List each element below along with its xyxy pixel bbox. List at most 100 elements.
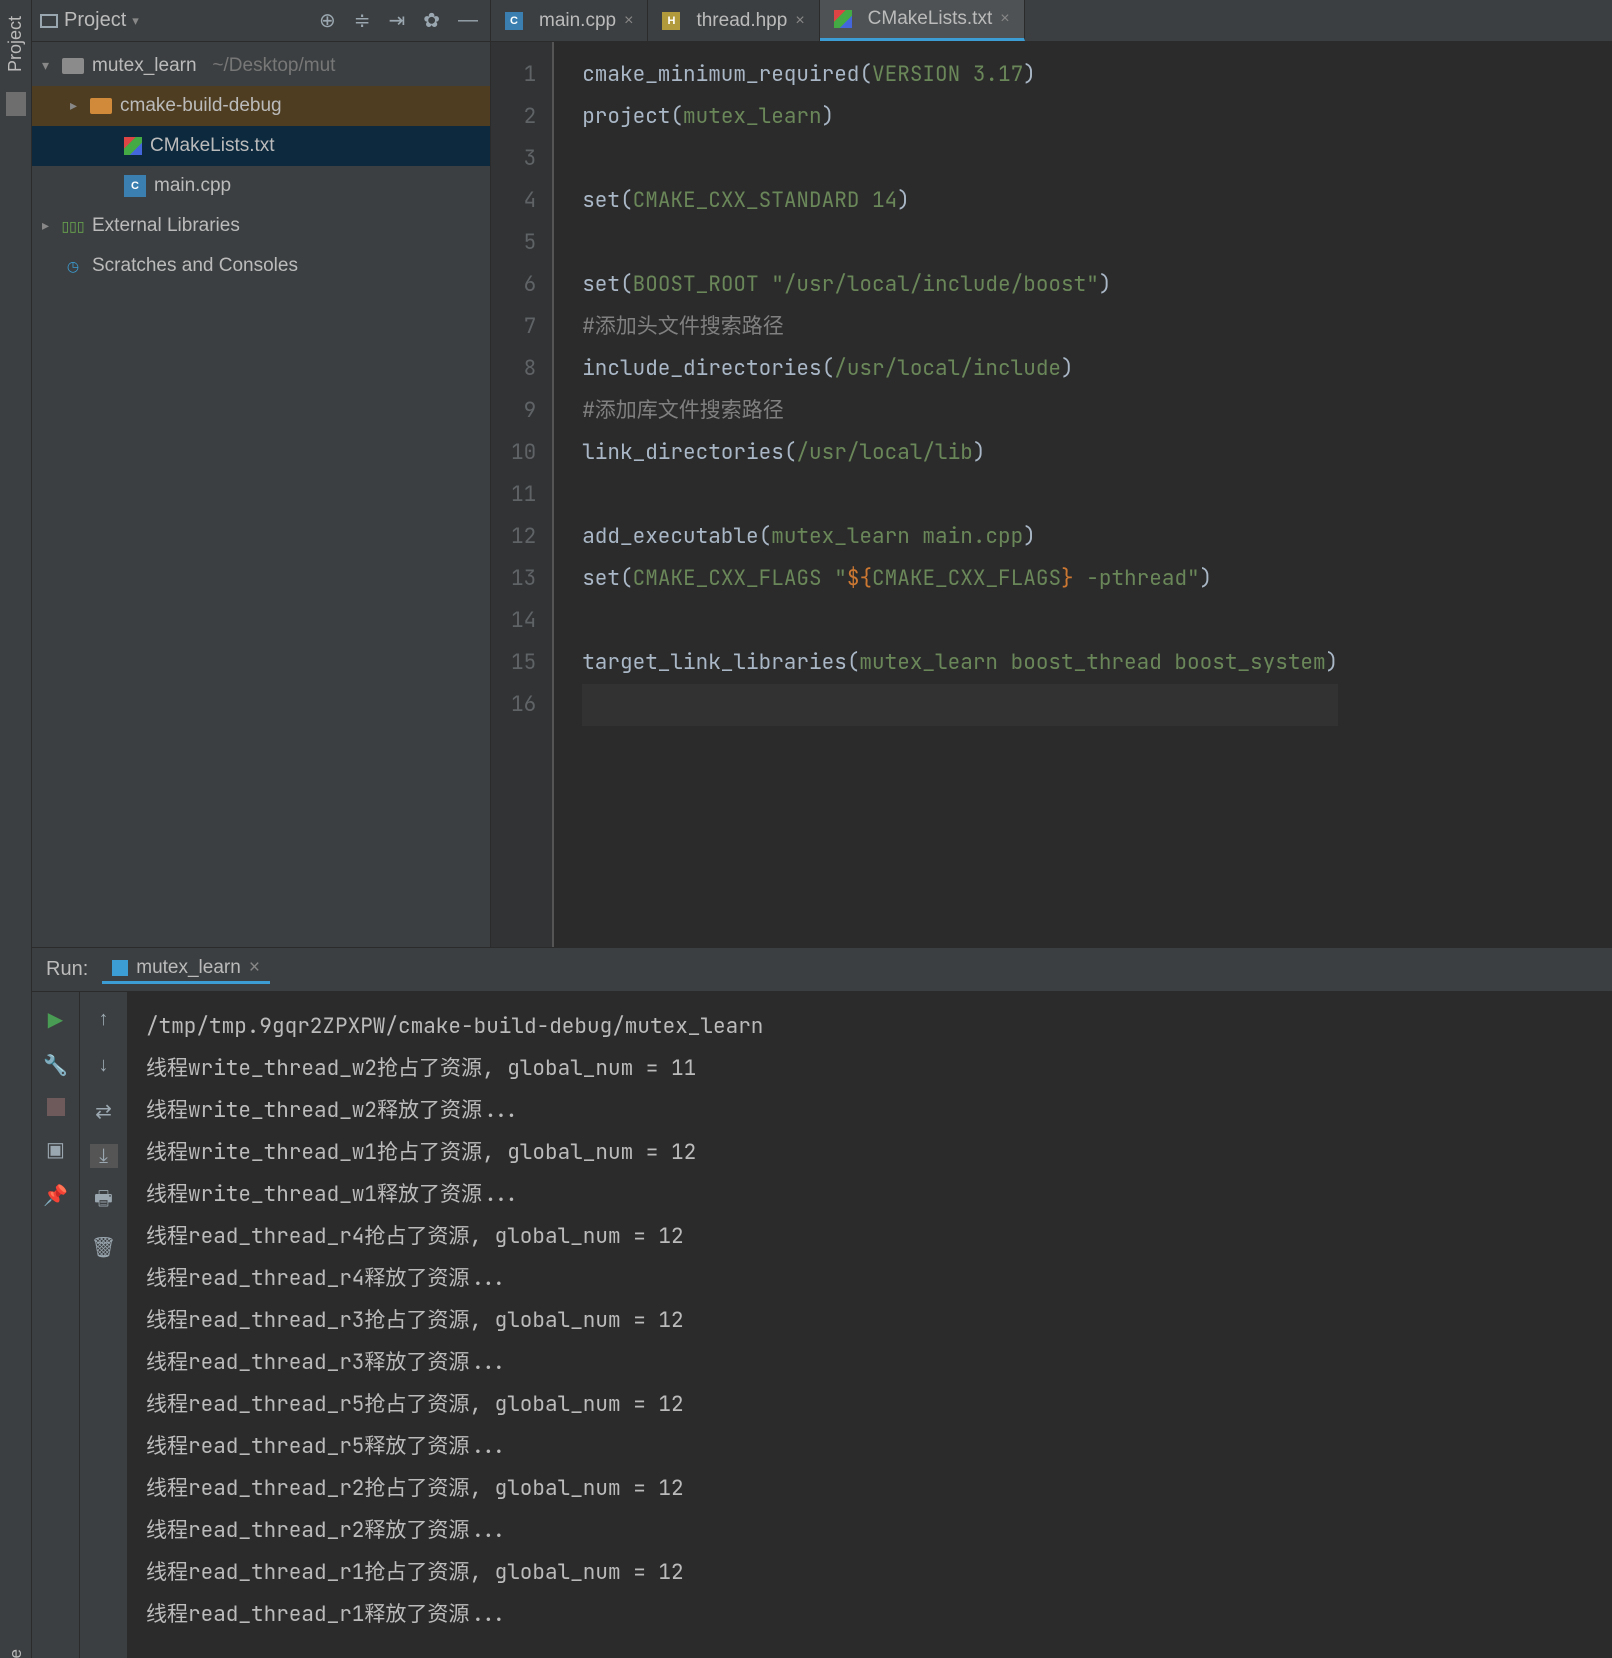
app-icon: [112, 960, 128, 976]
code-line[interactable]: [582, 684, 1338, 726]
line-number: 1: [511, 54, 536, 96]
console-line: 线程read_thread_r1释放了资源...: [146, 1594, 1612, 1636]
console-output[interactable]: /tmp/tmp.9gqr2ZPXPW/cmake-build-debug/mu…: [128, 992, 1612, 1658]
tree-external-libs[interactable]: ▯▯▯ External Libraries: [32, 206, 490, 246]
dropdown-icon[interactable]: ▾: [132, 13, 139, 29]
tab-cmakelists[interactable]: CMakeLists.txt ×: [820, 0, 1025, 41]
run-label: Run:: [46, 958, 88, 981]
code-line[interactable]: target_link_libraries(mutex_learn boost_…: [582, 642, 1338, 684]
tree-root-label: mutex_learn ~/Desktop/mut: [92, 55, 335, 77]
close-icon[interactable]: ×: [1000, 10, 1009, 28]
cpp-icon: C: [124, 175, 146, 197]
code-line[interactable]: add_executable(mutex_learn main.cpp): [582, 516, 1338, 558]
pin-icon[interactable]: 📌: [43, 1182, 69, 1208]
code-line[interactable]: cmake_minimum_required(VERSION 3.17): [582, 54, 1338, 96]
close-icon[interactable]: ×: [795, 12, 804, 30]
run-tools-right: ↑ ↓ ⇄ ⤓ 🖶 🗑: [80, 992, 128, 1658]
run-config-name: mutex_learn: [136, 957, 241, 979]
wrench-icon[interactable]: 🔧: [43, 1052, 69, 1078]
tree-root[interactable]: mutex_learn ~/Desktop/mut: [32, 46, 490, 86]
tree-item-cmakelists[interactable]: CMakeLists.txt: [32, 126, 490, 166]
library-icon: ▯▯▯: [62, 215, 84, 237]
line-number: 4: [511, 180, 536, 222]
close-icon[interactable]: ×: [624, 12, 633, 30]
code-line[interactable]: [582, 138, 1338, 180]
run-config-tab[interactable]: mutex_learn ×: [102, 955, 270, 984]
console-line: 线程read_thread_r3抢占了资源, global_num = 12: [146, 1300, 1612, 1342]
sidebar-title-text: Project: [64, 9, 126, 32]
left-tool-strip: Project: [0, 0, 32, 1658]
tree-scratches[interactable]: ◷ Scratches and Consoles: [32, 246, 490, 286]
line-number: 16: [511, 684, 536, 726]
code-line[interactable]: [582, 600, 1338, 642]
tree-item-maincpp[interactable]: C main.cpp: [32, 166, 490, 206]
editor-body[interactable]: 12345678910111213141516 cmake_minimum_re…: [491, 42, 1612, 947]
collapse-icon[interactable]: ⇥: [384, 6, 409, 35]
code-content[interactable]: cmake_minimum_required(VERSION 3.17)proj…: [554, 42, 1338, 947]
console-line: /tmp/tmp.9gqr2ZPXPW/cmake-build-debug/mu…: [146, 1006, 1612, 1048]
run-header: Run: mutex_learn ×: [32, 948, 1612, 992]
folder-icon: [90, 98, 112, 114]
code-line[interactable]: [582, 474, 1338, 516]
structure-tool-tab[interactable]: e: [0, 1578, 32, 1658]
console-line: 线程read_thread_r3释放了资源...: [146, 1342, 1612, 1384]
tree-label: cmake-build-debug: [120, 95, 282, 117]
line-number: 8: [511, 348, 536, 390]
trash-icon[interactable]: 🗑: [91, 1234, 117, 1260]
code-line[interactable]: [582, 222, 1338, 264]
sidebar-header: Project ▾ ⊕ ≑ ⇥ ✿ —: [32, 0, 490, 42]
code-line[interactable]: set(CMAKE_CXX_FLAGS "${CMAKE_CXX_FLAGS} …: [582, 558, 1338, 600]
console-line: 线程read_thread_r4释放了资源...: [146, 1258, 1612, 1300]
sidebar-title[interactable]: Project ▾: [40, 9, 139, 32]
down-icon[interactable]: ↓: [91, 1052, 117, 1078]
line-number: 13: [511, 558, 536, 600]
chevron-right-icon[interactable]: [42, 217, 58, 234]
code-line[interactable]: project(mutex_learn): [582, 96, 1338, 138]
scroll-icon[interactable]: ⤓: [90, 1144, 118, 1168]
code-line[interactable]: include_directories(/usr/local/include): [582, 348, 1338, 390]
line-number: 3: [511, 138, 536, 180]
tab-main-cpp[interactable]: C main.cpp ×: [491, 0, 648, 41]
code-line[interactable]: #添加头文件搜索路径: [582, 306, 1338, 348]
scratch-icon: ◷: [62, 255, 84, 277]
chevron-right-icon[interactable]: [70, 97, 86, 114]
gear-icon[interactable]: ✿: [419, 6, 444, 35]
tab-label: thread.hpp: [696, 10, 787, 32]
close-icon[interactable]: ×: [249, 957, 260, 979]
tab-label: CMakeLists.txt: [868, 8, 993, 30]
line-number: 15: [511, 642, 536, 684]
console-line: 线程write_thread_w1释放了资源...: [146, 1174, 1612, 1216]
folder-icon: [62, 58, 84, 74]
code-line[interactable]: set(BOOST_ROOT "/usr/local/include/boost…: [582, 264, 1338, 306]
wrap-icon[interactable]: ⇄: [91, 1098, 117, 1124]
locate-icon[interactable]: ⊕: [315, 6, 340, 35]
cpp-icon: C: [505, 12, 523, 30]
hide-icon[interactable]: —: [454, 7, 482, 34]
print-icon[interactable]: 🖶: [91, 1188, 117, 1214]
line-number: 2: [511, 96, 536, 138]
main-column: Project ▾ ⊕ ≑ ⇥ ✿ — mutex_learn ~/Deskto…: [32, 0, 1612, 1658]
code-line[interactable]: #添加库文件搜索路径: [582, 390, 1338, 432]
play-icon[interactable]: ▶: [43, 1006, 69, 1032]
project-icon: [40, 14, 58, 28]
console-line: 线程write_thread_w2抢占了资源, global_num = 11: [146, 1048, 1612, 1090]
layout-icon[interactable]: ▣: [43, 1136, 69, 1162]
run-panel: Run: mutex_learn × ▶ 🔧 ▣ 📌 ↑ ↓ ⇄ ⤓ 🖶 �: [32, 948, 1612, 1658]
tab-thread-hpp[interactable]: H thread.hpp ×: [648, 0, 819, 41]
project-tool-tab[interactable]: Project: [3, 8, 28, 80]
code-line[interactable]: link_directories(/usr/local/lib): [582, 432, 1338, 474]
project-tree: mutex_learn ~/Desktop/mut cmake-build-de…: [32, 42, 490, 947]
tree-item-build[interactable]: cmake-build-debug: [32, 86, 490, 126]
up-icon[interactable]: ↑: [91, 1006, 117, 1032]
console-line: 线程read_thread_r2抢占了资源, global_num = 12: [146, 1468, 1612, 1510]
line-number: 5: [511, 222, 536, 264]
line-number: 12: [511, 516, 536, 558]
expand-icon[interactable]: ≑: [350, 6, 375, 35]
code-line[interactable]: set(CMAKE_CXX_STANDARD 14): [582, 180, 1338, 222]
file-icon[interactable]: [6, 92, 26, 116]
stop-icon[interactable]: [47, 1098, 65, 1116]
hpp-icon: H: [662, 12, 680, 30]
chevron-down-icon[interactable]: [42, 57, 58, 74]
line-number: 6: [511, 264, 536, 306]
editor-area: C main.cpp × H thread.hpp × CMakeLists.t…: [491, 0, 1612, 947]
